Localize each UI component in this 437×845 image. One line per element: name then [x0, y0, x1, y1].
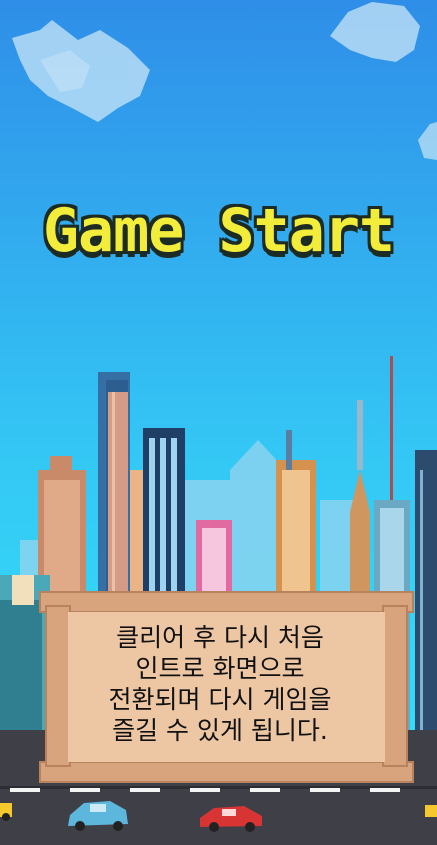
car-icon	[425, 805, 437, 817]
game-title[interactable]: Game Start	[0, 196, 437, 266]
panel-message: 클리어 후 다시 처음 인트로 화면으로 전환되며 다시 게임을 즐길 수 있게…	[108, 623, 332, 745]
